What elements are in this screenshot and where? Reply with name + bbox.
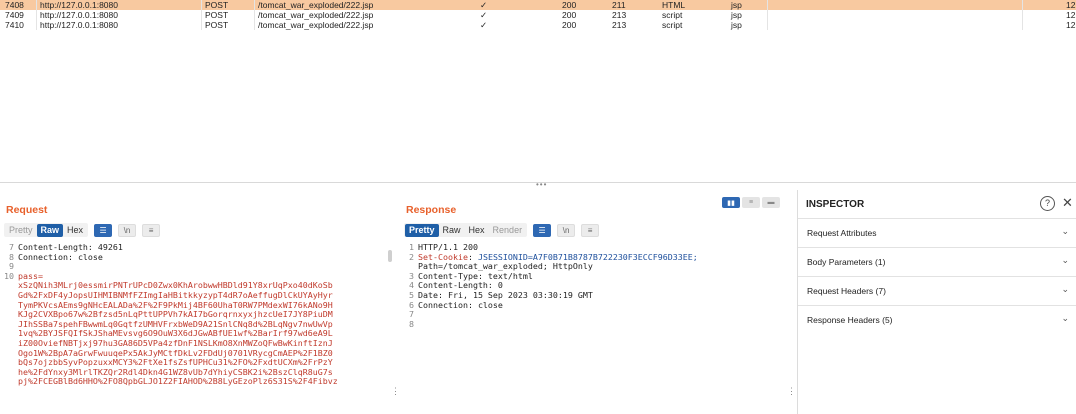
- row-length: 213: [612, 20, 627, 30]
- row-method: POST: [205, 10, 229, 20]
- inspector-section-label: Body Parameters (1): [807, 257, 886, 267]
- response-tab-hex[interactable]: Hex: [465, 224, 489, 237]
- response-pane: ▮▮ ≡ ▬ Response Pretty Raw Hex Render ☰ …: [400, 190, 796, 414]
- chevron-down-icon[interactable]: ⌄: [1061, 226, 1069, 237]
- code-line: 9: [4, 262, 387, 272]
- response-tab-pretty[interactable]: Pretty: [405, 223, 439, 237]
- menu-icon[interactable]: ≡: [581, 223, 600, 237]
- request-scrollbar[interactable]: [388, 250, 392, 262]
- response-editor[interactable]: 1 HTTP/1.1 200 2 Set-Cookie: JSESSIONID=A7F…: [404, 243, 782, 414]
- response-resize-handle-icon[interactable]: ⋮: [787, 386, 796, 397]
- row-last: 12: [1066, 10, 1076, 20]
- layout-toggle: ▮▮ ≡ ▬: [722, 197, 780, 208]
- response-tab-raw[interactable]: Raw: [439, 224, 465, 237]
- code-line: 8 Connection: close: [4, 251, 387, 263]
- column-divider: [36, 0, 37, 30]
- inspector-section[interactable]: Body Parameters (1) ⌄: [798, 247, 1076, 275]
- request-resize-handle-icon[interactable]: ⋮: [391, 386, 400, 397]
- response-tab-render[interactable]: Render: [489, 224, 527, 237]
- row-mime: script: [662, 20, 683, 30]
- response-lines: 1 HTTP/1.1 200 2 Set-Cookie: JSESSIONID=A7F…: [404, 243, 782, 329]
- row-status: 200: [562, 20, 577, 30]
- row-status: 200: [562, 10, 577, 20]
- inspector-title: INSPECTOR: [806, 199, 865, 210]
- row-extension: jsp: [731, 10, 742, 20]
- row-last: 12: [1066, 20, 1076, 30]
- column-divider: [767, 0, 768, 30]
- row-host: http://127.0.0.1:8080: [40, 0, 118, 10]
- wrap-lines-icon[interactable]: ☰: [533, 223, 552, 237]
- inspector-section[interactable]: Request Attributes ⌄: [798, 218, 1076, 246]
- row-length: 213: [612, 10, 627, 20]
- row-number: 7410: [5, 20, 24, 30]
- history-rows: 7408 http://127.0.0.1:8080 POST/tomcat_war…: [0, 0, 1076, 30]
- inspector-section-label: Response Headers (5): [807, 315, 893, 325]
- request-editor[interactable]: 7 Content-Length: 49261 8 Connection: close…: [4, 243, 387, 414]
- history-table: 7408 http://127.0.0.1:8080 POST/tomcat_war…: [0, 0, 1076, 180]
- layout-single-icon[interactable]: ▬: [762, 197, 780, 208]
- close-icon[interactable]: ✕: [1062, 195, 1073, 211]
- response-tabs: Pretty Raw Hex Render ☰ \n ≡: [404, 223, 600, 237]
- row-url: /tomcat_war_exploded/222.jsp: [258, 0, 374, 10]
- row-host: http://127.0.0.1:8080: [40, 10, 118, 20]
- response-title: Response: [406, 204, 457, 216]
- layout-side-by-side-icon[interactable]: ▮▮: [722, 197, 740, 208]
- menu-icon[interactable]: ≡: [142, 223, 161, 237]
- row-extension: jsp: [731, 0, 742, 10]
- row-params-check: ✓: [480, 20, 488, 30]
- row-number: 7409: [5, 10, 24, 20]
- row-last: 12: [1066, 0, 1076, 10]
- help-icon[interactable]: ?: [1040, 196, 1055, 211]
- request-tab-hex[interactable]: Hex: [63, 224, 87, 237]
- line-number: 2: [409, 251, 414, 262]
- inspector-panel: INSPECTOR ? ✕ Request Attributes ⌄ Body Pa…: [797, 190, 1076, 414]
- column-divider: [254, 0, 255, 30]
- row-params-check: ✓: [480, 10, 488, 20]
- row-params-check: ✓: [480, 0, 488, 10]
- inspector-section-label: Request Attributes: [807, 228, 877, 238]
- chevron-down-icon[interactable]: ⌄: [1061, 255, 1069, 266]
- row-method: POST: [205, 0, 229, 10]
- splitter-grip-icon[interactable]: •••: [536, 180, 547, 189]
- request-header-lines: 7 Content-Length: 49261 8 Connection: close…: [4, 243, 387, 281]
- line-number: 8: [409, 318, 414, 329]
- code-line: 8: [404, 318, 782, 330]
- row-method: POST: [205, 20, 229, 30]
- request-body: xSzQNih3MLrj0essmirPNTrUPcD0Zwx0KhArobww…: [4, 281, 387, 387]
- line-number: 10: [4, 270, 14, 281]
- history-row[interactable]: 7410 http://127.0.0.1:8080 POST/tomcat_war…: [0, 20, 1076, 30]
- row-url: /tomcat_war_exploded/222.jsp: [258, 10, 374, 20]
- request-pane: Request Pretty Raw Hex ☰ \n ≡ 7 Content-L…: [0, 190, 400, 414]
- request-tab-raw[interactable]: Raw: [36, 223, 64, 237]
- body-line: pj%2FCEGBlBd6HHO%2FO8QpbGLJO1Z2FIAHOD%2B…: [18, 376, 338, 387]
- row-url: /tomcat_war_exploded/222.jsp: [258, 20, 374, 30]
- row-host: http://127.0.0.1:8080: [40, 20, 118, 30]
- row-status: 200: [562, 0, 577, 10]
- row-extension: jsp: [731, 20, 742, 30]
- chevron-down-icon[interactable]: ⌄: [1061, 284, 1069, 295]
- row-mime: HTML: [662, 0, 686, 10]
- chevron-down-icon[interactable]: ⌄: [1061, 313, 1069, 324]
- history-row[interactable]: 7408 http://127.0.0.1:8080 POST/tomcat_war…: [0, 0, 1076, 10]
- inspector-section-label: Request Headers (7): [807, 286, 886, 296]
- layout-stacked-icon[interactable]: ≡: [742, 197, 760, 208]
- request-title: Request: [6, 204, 48, 216]
- inspector-section[interactable]: Response Headers (5) ⌄: [798, 305, 1076, 333]
- code-line: 7: [404, 310, 782, 320]
- line-text: Connection: close: [18, 251, 103, 262]
- row-mime: script: [662, 10, 683, 20]
- line-text: Connection: close: [418, 299, 503, 310]
- newline-icon[interactable]: \n: [557, 223, 576, 237]
- row-number: 7408: [5, 0, 24, 10]
- wrap-lines-icon[interactable]: ☰: [94, 223, 113, 237]
- request-tabs: Pretty Raw Hex ☰ \n ≡: [4, 223, 161, 237]
- column-divider: [1022, 0, 1023, 30]
- request-tab-pretty[interactable]: Pretty: [5, 224, 37, 237]
- newline-icon[interactable]: \n: [118, 223, 137, 237]
- code-line: 6 Connection: close: [404, 299, 782, 311]
- inspector-section[interactable]: Request Headers (7) ⌄: [798, 276, 1076, 304]
- column-divider: [201, 0, 202, 30]
- row-length: 211: [612, 0, 626, 10]
- history-row[interactable]: 7409 http://127.0.0.1:8080 POST/tomcat_war…: [0, 10, 1076, 20]
